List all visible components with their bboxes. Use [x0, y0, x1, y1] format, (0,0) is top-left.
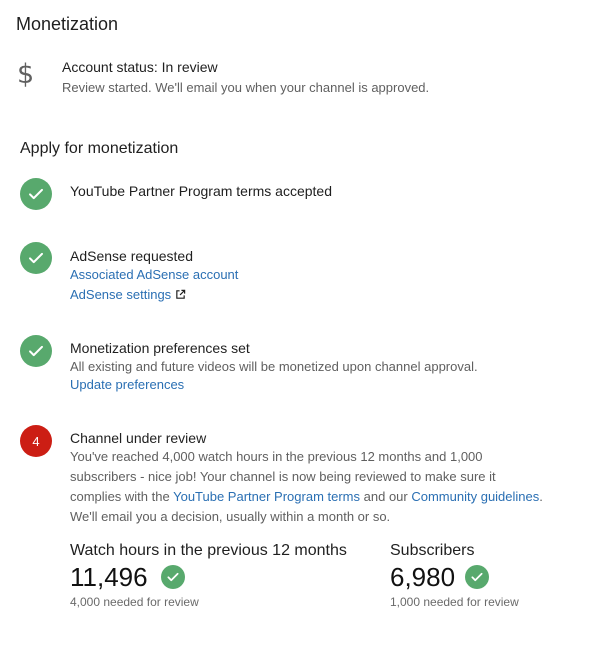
subscribers-check-icon — [465, 565, 489, 589]
step-4-text-line-1: You've reached 4,000 watch hours in the … — [70, 449, 483, 464]
watch-hours-note: 4,000 needed for review — [70, 595, 199, 609]
ypp-terms-link[interactable]: YouTube Partner Program terms — [173, 489, 360, 504]
account-status-description: Review started. We'll email you when you… — [62, 80, 430, 95]
external-link-icon — [175, 288, 186, 303]
apply-section-title: Apply for monetization — [20, 140, 179, 157]
step-3-check-icon — [20, 335, 52, 367]
step-4-title: Channel under review — [70, 430, 207, 446]
step-3-description: All existing and future videos will be m… — [70, 359, 478, 374]
account-status-title: Account status: In review — [62, 59, 218, 75]
step-1-check-icon — [20, 178, 52, 210]
update-preferences-link[interactable]: Update preferences — [70, 377, 184, 392]
step-4-text-line-3: complies with the YouTube Partner Progra… — [70, 487, 543, 507]
watch-hours-check-icon — [161, 565, 185, 589]
page-title: Monetization — [16, 14, 119, 34]
adsense-settings-label: AdSense settings — [70, 287, 172, 302]
subscribers-label: Subscribers — [390, 542, 475, 559]
step-4-number-badge: 4 — [20, 425, 52, 457]
step-4-text-line-2: subscribers - nice job! Your channel is … — [70, 469, 496, 484]
step-3-title: Monetization preferences set — [70, 340, 250, 356]
step-4-text-segment: complies with the — [70, 489, 170, 504]
step-2-check-icon — [20, 242, 52, 274]
community-guidelines-link[interactable]: Community guidelines — [411, 489, 539, 504]
dollar-icon: $ — [17, 59, 35, 90]
step-4-period: . — [539, 489, 543, 504]
step-2-title: AdSense requested — [70, 248, 193, 264]
watch-hours-label: Watch hours in the previous 12 months — [70, 542, 347, 559]
subscribers-value: 6,980 — [390, 562, 456, 592]
adsense-settings-link[interactable]: AdSense settings — [70, 287, 186, 303]
watch-hours-value: 11,496 — [70, 562, 148, 592]
subscribers-note: 1,000 needed for review — [390, 595, 519, 609]
associated-adsense-account-link[interactable]: Associated AdSense account — [70, 267, 238, 282]
step-1-title: YouTube Partner Program terms accepted — [70, 183, 332, 199]
step-4-text-line-4: We'll email you a decision, usually with… — [70, 509, 391, 524]
step-4-text-segment: and our — [363, 489, 408, 504]
